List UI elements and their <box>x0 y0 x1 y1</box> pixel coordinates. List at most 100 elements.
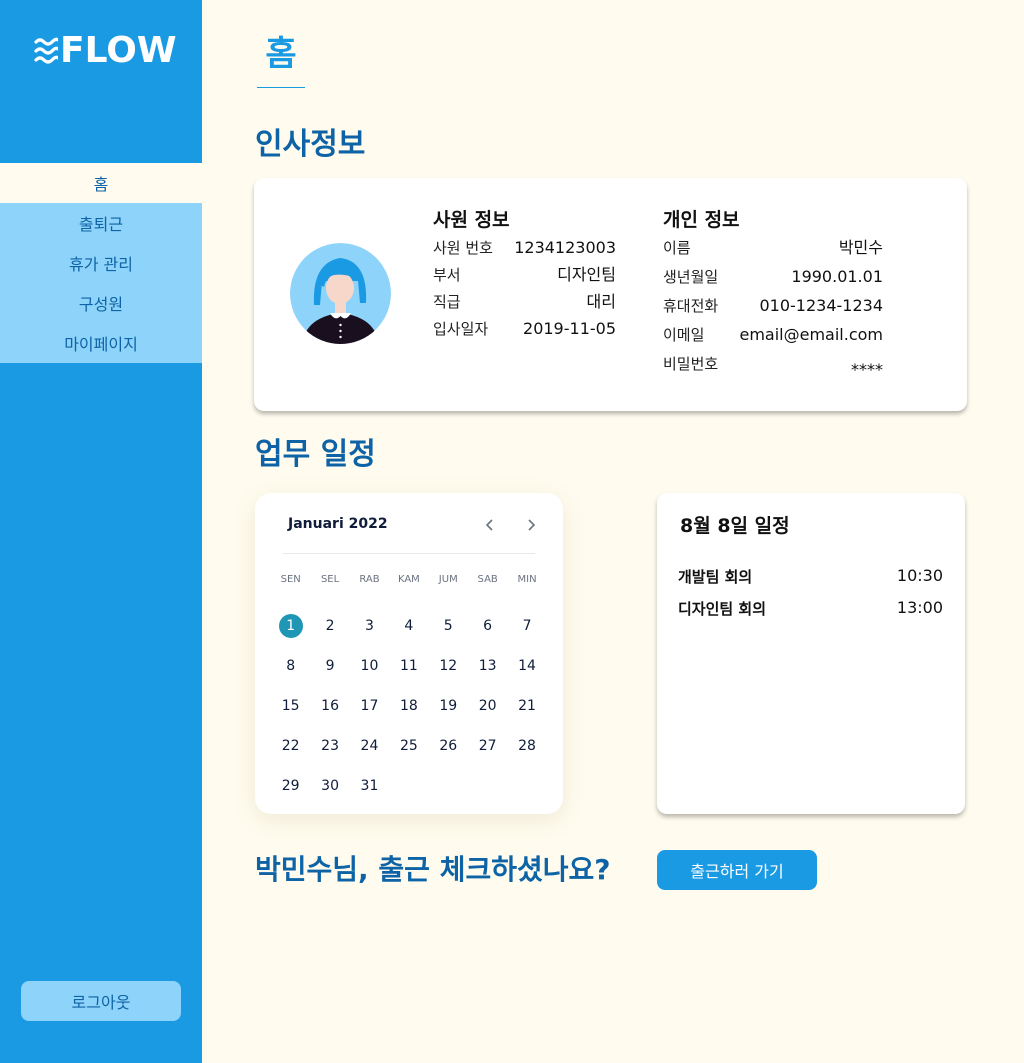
calendar-next-button[interactable] <box>521 515 541 535</box>
calendar-day[interactable]: 13 <box>468 646 507 686</box>
calendar-day-number: 11 <box>399 658 418 674</box>
calendar-weekday: MIN <box>517 574 537 585</box>
position-value: 대리 <box>586 292 616 311</box>
name-label: 이름 <box>663 239 691 257</box>
department-label: 부서 <box>433 266 461 284</box>
logout-button[interactable]: 로그아웃 <box>21 981 181 1021</box>
calendar-day[interactable]: 6 <box>468 606 507 646</box>
calendar-day[interactable]: 8 <box>271 646 310 686</box>
sidebar-item-leave[interactable]: 휴가 관리 <box>0 243 202 283</box>
calendar-day[interactable]: 31 <box>350 766 389 806</box>
chevron-left-icon <box>485 519 493 531</box>
calendar-day-number: 10 <box>360 658 379 674</box>
employee-id-value: 1234123003 <box>514 238 616 257</box>
calendar-day[interactable]: 25 <box>389 726 428 766</box>
calendar-day[interactable]: 7 <box>507 606 546 646</box>
calendar-day[interactable]: 3 <box>350 606 389 646</box>
calendar-day[interactable]: 26 <box>429 726 468 766</box>
calendar-day-number: 8 <box>286 658 296 674</box>
calendar-day[interactable]: 17 <box>350 686 389 726</box>
schedule-item[interactable]: 디자인팀 회의 13:00 <box>678 598 943 619</box>
logo[interactable]: FLOW <box>34 30 177 72</box>
calendar-grid: SEN SEL RAB KAM JUM SAB MIN 1 2 3 4 5 6 7 8 9 10 11 12 13 14… <box>271 574 547 806</box>
calendar-day[interactable]: 2 <box>310 606 349 646</box>
calendar-day[interactable]: 24 <box>350 726 389 766</box>
checkin-button[interactable]: 출근하러 가기 <box>657 850 817 890</box>
join-date-row: 입사일자 2019-11-05 <box>433 319 616 339</box>
calendar-divider <box>283 553 535 554</box>
calendar-day-number: 4 <box>404 618 414 634</box>
calendar-day[interactable]: 28 <box>507 726 546 766</box>
chevron-right-icon <box>528 519 536 531</box>
calendar-day[interactable]: 29 <box>271 766 310 806</box>
personal-info-heading: 개인 정보 <box>663 209 740 231</box>
calendar-day[interactable]: 22 <box>271 726 310 766</box>
calendar-day-number: 15 <box>281 698 300 714</box>
calendar-day[interactable]: 23 <box>310 726 349 766</box>
calendar: Januari 2022 SEN SEL RAB KAM JUM SAB MIN 1 2 3 4 5 6… <box>255 493 563 814</box>
calendar-day[interactable]: 27 <box>468 726 507 766</box>
schedule-item-time: 10:30 <box>896 566 943 585</box>
calendar-day[interactable]: 18 <box>389 686 428 726</box>
email-value: email@email.com <box>739 325 883 344</box>
employee-id-row: 사원 번호 1234123003 <box>433 238 616 258</box>
department-row: 부서 디자인팀 <box>433 265 616 285</box>
calendar-day-number: 5 <box>443 618 453 634</box>
birthdate-label: 생년월일 <box>663 268 719 286</box>
calendar-day-number: 24 <box>360 738 379 754</box>
calendar-day-number: 18 <box>399 698 418 714</box>
calendar-day-number: 28 <box>518 738 536 754</box>
calendar-day[interactable]: 16 <box>310 686 349 726</box>
calendar-day-number: 29 <box>281 778 300 794</box>
calendar-day-number: 3 <box>365 618 374 634</box>
position-row: 직급 대리 <box>433 292 616 312</box>
calendar-prev-button[interactable] <box>480 515 500 535</box>
calendar-day[interactable]: 4 <box>389 606 428 646</box>
sidebar-item-attendance[interactable]: 출퇴근 <box>0 203 202 243</box>
calendar-day[interactable]: 9 <box>310 646 349 686</box>
phone-value: 010-1234-1234 <box>759 296 883 315</box>
schedule-item[interactable]: 개발팀 회의 10:30 <box>678 566 943 587</box>
personal-info: 개인 정보 이름 박민수 생년월일 1990.01.01 휴대전화 010-12… <box>663 208 883 380</box>
calendar-day-number: 7 <box>522 618 532 634</box>
schedule-item-time: 13:00 <box>896 598 943 617</box>
sidebar-item-mypage[interactable]: 마이페이지 <box>0 323 202 363</box>
calendar-weekday: KAM <box>397 574 420 585</box>
calendar-day-number: 17 <box>360 698 379 714</box>
schedule-item-name: 디자인팀 회의 <box>678 600 767 618</box>
hr-info-card: 사원 정보 사원 번호 1234123003 부서 디자인팀 직급 대리 입사일… <box>254 178 967 411</box>
calendar-day-number: 19 <box>439 698 458 714</box>
calendar-day[interactable]: 10 <box>350 646 389 686</box>
calendar-day-number: 16 <box>321 698 339 714</box>
calendar-day-number: 20 <box>478 698 497 714</box>
calendar-weekday: SEL <box>320 574 340 585</box>
sidebar-item-members[interactable]: 구성원 <box>0 283 202 323</box>
waves-icon <box>34 37 58 64</box>
calendar-day-number: 26 <box>439 738 458 754</box>
calendar-day[interactable]: 15 <box>271 686 310 726</box>
sidebar: FLOW 홈 출퇴근 휴가 관리 구성원 마이페이지 로그아웃 <box>0 0 202 1063</box>
calendar-day-selected[interactable]: 1 <box>271 606 310 646</box>
calendar-day[interactable]: 12 <box>429 646 468 686</box>
birthdate-row: 생년월일 1990.01.01 <box>663 267 883 287</box>
calendar-day[interactable]: 30 <box>310 766 349 806</box>
calendar-day[interactable]: 14 <box>507 646 546 686</box>
calendar-day-number: 27 <box>478 738 497 754</box>
calendar-day-number: 14 <box>518 658 536 674</box>
calendar-weekday: SEN <box>280 574 301 585</box>
name-row: 이름 박민수 <box>663 238 883 258</box>
calendar-day-number: 30 <box>321 778 339 794</box>
sidebar-item-home[interactable]: 홈 <box>0 163 202 203</box>
calendar-day[interactable]: 21 <box>507 686 546 726</box>
calendar-day-number: 1 <box>278 614 303 638</box>
employee-info: 사원 정보 사원 번호 1234123003 부서 디자인팀 직급 대리 입사일… <box>433 208 616 339</box>
calendar-day-number: 22 <box>281 738 300 754</box>
password-row: 비밀번호 **** <box>663 354 883 380</box>
calendar-day-number: 21 <box>518 698 536 714</box>
calendar-weekday: SAB <box>477 574 498 585</box>
calendar-day[interactable]: 11 <box>389 646 428 686</box>
calendar-day[interactable]: 5 <box>429 606 468 646</box>
calendar-month: Januari 2022 <box>288 516 388 532</box>
calendar-day[interactable]: 20 <box>468 686 507 726</box>
calendar-day[interactable]: 19 <box>429 686 468 726</box>
